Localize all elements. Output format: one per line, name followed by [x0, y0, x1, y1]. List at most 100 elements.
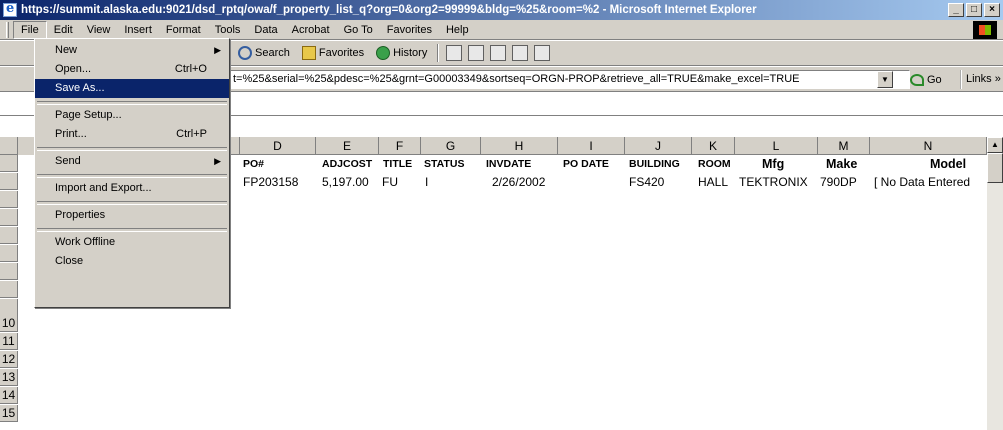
menu-file[interactable]: File: [13, 20, 47, 39]
file-menu-dropdown: New ▶ Open... Ctrl+O Save As... Page Set…: [34, 38, 230, 308]
menu-properties[interactable]: Properties: [35, 206, 229, 225]
edit-icon[interactable]: [512, 45, 529, 61]
cell-j1[interactable]: BUILDING: [627, 156, 692, 173]
menu-open-label: Open...: [55, 63, 92, 75]
cell-h1[interactable]: INVDATE: [484, 156, 558, 173]
fullscreen-icon[interactable]: [446, 45, 463, 61]
cell-l1[interactable]: Mfg: [760, 156, 818, 173]
column-header-g[interactable]: G: [421, 137, 481, 155]
menu-format[interactable]: Format: [159, 22, 208, 38]
row-header[interactable]: [0, 173, 18, 190]
menu-open[interactable]: Open... Ctrl+O: [35, 60, 229, 79]
menu-separator: [35, 171, 229, 179]
column-header-l[interactable]: L: [735, 137, 818, 155]
close-button[interactable]: ×: [984, 3, 1000, 17]
column-header-j[interactable]: J: [625, 137, 692, 155]
go-arrow-icon: [910, 73, 924, 86]
cell-n1[interactable]: Model: [928, 156, 987, 173]
minimize-button[interactable]: _: [948, 3, 964, 17]
cell-m1[interactable]: Make: [824, 156, 870, 173]
row-header-11[interactable]: 11: [0, 333, 18, 350]
row-header[interactable]: [0, 155, 18, 172]
go-button[interactable]: Go: [910, 70, 942, 89]
cell-g2[interactable]: I: [423, 174, 481, 191]
cell-i2[interactable]: [559, 174, 625, 191]
row-header-12[interactable]: 12: [0, 351, 18, 368]
menu-help[interactable]: Help: [439, 22, 476, 38]
menu-work-offline-label: Work Offline: [55, 236, 116, 248]
row-header-13[interactable]: 13: [0, 369, 18, 386]
search-button[interactable]: Search: [232, 46, 296, 60]
menu-print[interactable]: Print... Ctrl+P: [35, 125, 229, 144]
column-header-m[interactable]: M: [818, 137, 870, 155]
cell-f2[interactable]: FU: [380, 174, 421, 191]
history-label: History: [393, 47, 428, 59]
discuss-icon[interactable]: [534, 45, 551, 61]
menu-insert[interactable]: Insert: [117, 22, 159, 38]
cell-i1[interactable]: PO DATE: [561, 156, 625, 173]
column-header-i[interactable]: I: [558, 137, 625, 155]
menu-acrobat[interactable]: Acrobat: [285, 22, 337, 38]
cell-k2[interactable]: HALL: [696, 174, 735, 191]
cell-f1[interactable]: TITLE: [381, 156, 421, 173]
cell-k1[interactable]: ROOM: [696, 156, 735, 173]
column-header-h[interactable]: H: [481, 137, 558, 155]
row-header[interactable]: [0, 191, 18, 208]
cell-g1[interactable]: STATUS: [422, 156, 481, 173]
row-header[interactable]: [0, 227, 18, 244]
go-label: Go: [927, 73, 942, 86]
menu-import-export[interactable]: Import and Export...: [35, 179, 229, 198]
menu-goto[interactable]: Go To: [337, 22, 380, 38]
favorites-button[interactable]: Favorites: [296, 46, 370, 60]
cell-h2[interactable]: 2/26/2002: [490, 174, 558, 191]
menu-new[interactable]: New ▶: [35, 41, 229, 60]
row-header-15[interactable]: 15: [0, 405, 18, 422]
cell-j2[interactable]: FS420: [627, 174, 692, 191]
menu-close[interactable]: Close: [35, 252, 229, 271]
column-header-e[interactable]: E: [316, 137, 379, 155]
cell-d1[interactable]: PO#: [241, 156, 316, 173]
cell-e1[interactable]: ADJCOST: [320, 156, 382, 173]
menu-import-export-label: Import and Export...: [55, 182, 152, 194]
row-header-10[interactable]: 10: [0, 315, 18, 332]
menu-page-setup[interactable]: Page Setup...: [35, 106, 229, 125]
column-header-k[interactable]: K: [692, 137, 735, 155]
scroll-thumb[interactable]: [987, 153, 1003, 183]
menu-print-shortcut: Ctrl+P: [176, 128, 207, 140]
menu-edit[interactable]: Edit: [47, 22, 80, 38]
address-dropdown-icon[interactable]: ▼: [877, 71, 893, 88]
cell-m2[interactable]: 790DP: [818, 174, 870, 191]
menu-view[interactable]: View: [80, 22, 118, 38]
windows-logo-icon: [973, 21, 997, 39]
menu-favorites[interactable]: Favorites: [380, 22, 439, 38]
print-icon[interactable]: [490, 45, 507, 61]
column-header-c[interactable]: [230, 137, 240, 155]
vertical-scrollbar[interactable]: ▲: [987, 137, 1003, 430]
mail-icon[interactable]: [468, 45, 485, 61]
maximize-button[interactable]: □: [966, 3, 982, 17]
row-header-14[interactable]: 14: [0, 387, 18, 404]
row-header[interactable]: [0, 299, 18, 316]
cell-n2[interactable]: [ No Data Entered: [872, 174, 987, 191]
menu-save-as[interactable]: Save As...: [35, 79, 229, 98]
history-button[interactable]: History: [370, 46, 433, 60]
cell-l2[interactable]: TEKTRONIX: [737, 174, 818, 191]
cell-d2[interactable]: FP203158: [241, 174, 316, 191]
menu-send[interactable]: Send ▶: [35, 152, 229, 171]
scroll-up-icon[interactable]: ▲: [987, 137, 1003, 153]
menu-tools[interactable]: Tools: [208, 22, 248, 38]
row-header[interactable]: [0, 245, 18, 262]
select-all-corner[interactable]: [0, 137, 18, 155]
column-header-n[interactable]: N: [870, 137, 987, 155]
cell-e2[interactable]: 5,197.00: [320, 174, 380, 191]
row-header[interactable]: [0, 209, 18, 226]
row-header[interactable]: [0, 263, 18, 280]
menu-data[interactable]: Data: [247, 22, 284, 38]
links-button[interactable]: Links »: [960, 70, 1001, 89]
row-header[interactable]: [0, 281, 18, 298]
address-input[interactable]: t=%25&serial=%25&pdesc=%25&grnt=G0000334…: [230, 70, 910, 89]
column-header-f[interactable]: F: [379, 137, 421, 155]
column-header-d[interactable]: D: [240, 137, 316, 155]
ie-icon: [3, 1, 17, 17]
menu-work-offline[interactable]: Work Offline: [35, 233, 229, 252]
